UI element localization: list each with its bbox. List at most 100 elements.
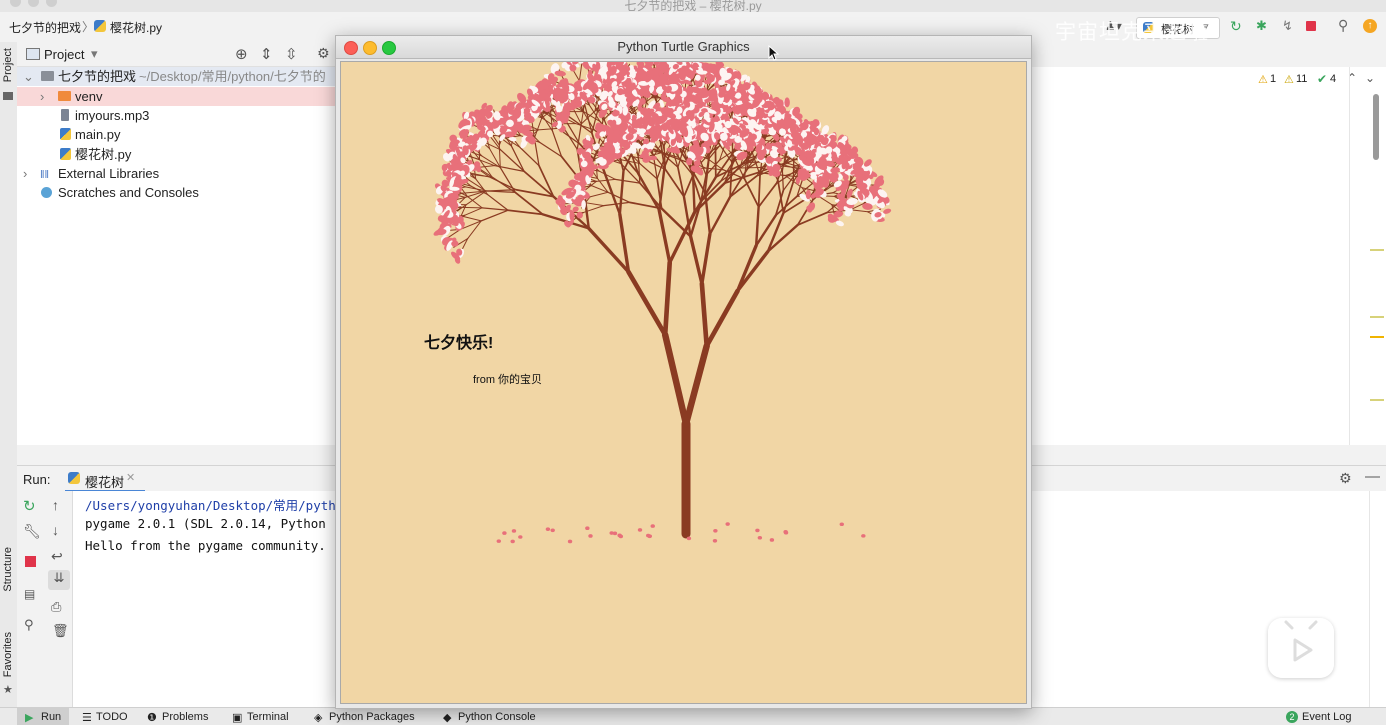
branch xyxy=(659,210,669,262)
target-icon[interactable]: ⊕ xyxy=(235,45,248,63)
tree-item-label: venv xyxy=(75,87,102,106)
python-file-icon xyxy=(60,128,71,140)
console-line: pygame 2.0.1 (SDL 2.0.14, Python xyxy=(85,516,326,531)
turtle-graphics-window[interactable]: Python Turtle Graphics xyxy=(335,35,1032,709)
gear-icon[interactable]: ⚙ xyxy=(317,45,330,62)
fallen-petal xyxy=(613,532,617,536)
chevron-right-icon[interactable]: › xyxy=(40,87,44,106)
branch xyxy=(702,284,707,346)
debug-icon[interactable]: ✱ xyxy=(1256,18,1267,34)
fallen-petal xyxy=(861,534,865,538)
turtle-titlebar[interactable]: Python Turtle Graphics xyxy=(336,36,1031,59)
event-log-button[interactable]: Event Log xyxy=(1302,711,1352,723)
expand-icon[interactable]: ⇕ xyxy=(260,45,273,63)
branch xyxy=(482,208,508,210)
branch xyxy=(488,195,508,211)
branch xyxy=(686,346,707,424)
fallen-petal xyxy=(784,531,788,535)
chevron-down-icon[interactable]: ⌄ xyxy=(23,67,34,86)
tree-row-venv[interactable]: › venv xyxy=(17,87,337,106)
code-editor[interactable]: ⚠ 1 ⚠ 11 ✔ 4 ⌃ ⌄ xyxy=(1028,67,1386,445)
collapse-icon[interactable]: ⇳ xyxy=(285,45,298,63)
video-play-button[interactable] xyxy=(1268,618,1334,678)
tree-root-row[interactable]: ⌄ 七夕节的把戏 ~/Desktop/常用/python/七夕节的 xyxy=(17,67,337,86)
python-icon xyxy=(68,472,80,484)
arrow-down-icon[interactable]: ⌄ xyxy=(1365,71,1375,85)
branch xyxy=(638,156,640,183)
check-icon: ✔ xyxy=(1317,72,1327,86)
branch xyxy=(539,166,554,197)
project-tool-tab[interactable]: Project xyxy=(2,48,14,82)
rerun-icon[interactable]: ↻ xyxy=(1230,18,1242,35)
fallen-petal xyxy=(568,540,572,544)
branch xyxy=(665,263,670,335)
branch xyxy=(465,208,482,215)
tree-item-label: Scratches and Consoles xyxy=(58,183,199,202)
warning-count: 1 xyxy=(1270,73,1276,85)
turtle-canvas[interactable] xyxy=(340,61,1027,704)
tree-item-label: External Libraries xyxy=(58,164,159,183)
branch xyxy=(500,168,515,193)
editor-tab-strip xyxy=(1028,42,1386,68)
stop-icon[interactable] xyxy=(25,556,36,567)
todo-icon: ☰ xyxy=(82,711,92,724)
project-icon xyxy=(26,48,40,60)
update-icon[interactable]: ↑ xyxy=(1363,19,1377,33)
error-stripe-mark[interactable] xyxy=(1370,336,1384,338)
weak-warning-icon[interactable]: ⚠ xyxy=(1284,73,1294,86)
layout-icon[interactable]: ▤ xyxy=(24,587,35,601)
search-icon[interactable]: ⚲ xyxy=(1338,17,1348,34)
tool-window-bar: ▶ Run ☰ TODO ❶ Problems ▣ Terminal ◈ Pyt… xyxy=(0,707,1386,725)
run-tab[interactable]: 樱花树 ✕ xyxy=(65,466,145,493)
branch xyxy=(759,184,776,207)
arrow-down-icon[interactable]: ↓ xyxy=(52,522,59,538)
bottom-tab-todo[interactable]: TODO xyxy=(96,711,128,723)
chevron-down-icon[interactable]: ▾ xyxy=(91,46,98,62)
bottom-tab-python-packages[interactable]: Python Packages xyxy=(329,711,415,723)
breadcrumb-file[interactable]: 樱花树.py xyxy=(110,19,162,36)
structure-tool-tab[interactable]: Structure xyxy=(2,547,14,592)
mouse-cursor-icon xyxy=(768,45,780,61)
branch xyxy=(620,171,624,214)
branch xyxy=(759,175,760,207)
bottom-tab-run[interactable]: ▶ Run xyxy=(17,708,69,725)
fallen-petal xyxy=(840,522,844,526)
project-panel-title[interactable]: Project xyxy=(44,47,84,62)
minimize-icon[interactable]: — xyxy=(1365,468,1380,485)
error-stripe-mark[interactable] xyxy=(1370,249,1384,251)
stop-icon[interactable] xyxy=(1306,21,1316,31)
vertical-scrollbar[interactable] xyxy=(1373,94,1379,160)
bottom-tab-python-console[interactable]: Python Console xyxy=(458,711,536,723)
branch xyxy=(538,128,558,129)
trash-icon[interactable]: 🗑︎ xyxy=(52,623,69,639)
breadcrumb-project[interactable]: 七夕节的把戏 xyxy=(9,19,81,36)
gear-icon[interactable]: ⚙ xyxy=(1339,470,1352,487)
fallen-petal xyxy=(510,540,514,544)
wrench-icon[interactable]: 🔧︎ xyxy=(23,523,41,540)
turtle-window-title: Python Turtle Graphics xyxy=(336,39,1031,54)
branch xyxy=(707,291,738,346)
python-console-icon: ◆ xyxy=(443,711,451,724)
favorites-tool-tab[interactable]: Favorites xyxy=(2,632,14,677)
bottom-tab-problems[interactable]: Problems xyxy=(162,711,208,723)
rerun-icon[interactable]: ↻ xyxy=(23,497,36,515)
play-icon: ▶ xyxy=(25,711,33,724)
error-stripe-mark[interactable] xyxy=(1370,399,1384,401)
profile-icon[interactable]: ↯ xyxy=(1282,18,1293,34)
bottom-tab-terminal[interactable]: Terminal xyxy=(247,711,289,723)
branch xyxy=(744,179,758,207)
python-file-icon xyxy=(60,148,71,160)
scroll-to-end-icon[interactable]: ⇊ xyxy=(48,570,70,590)
print-icon[interactable]: ⎙ xyxy=(51,599,61,615)
error-stripe-mark[interactable] xyxy=(1370,316,1384,318)
fallen-petal xyxy=(502,531,506,535)
close-icon[interactable]: ✕ xyxy=(126,471,135,484)
soft-wrap-icon[interactable]: ↩ xyxy=(51,548,63,565)
pin-icon[interactable]: ⚲ xyxy=(24,617,34,633)
fallen-petal xyxy=(725,522,729,526)
arrow-up-icon[interactable]: ↑ xyxy=(52,497,59,513)
branch xyxy=(710,197,730,234)
warning-icon[interactable]: ⚠ xyxy=(1258,73,1268,86)
chevron-right-icon[interactable]: › xyxy=(23,164,27,183)
python-file-icon xyxy=(94,20,106,32)
